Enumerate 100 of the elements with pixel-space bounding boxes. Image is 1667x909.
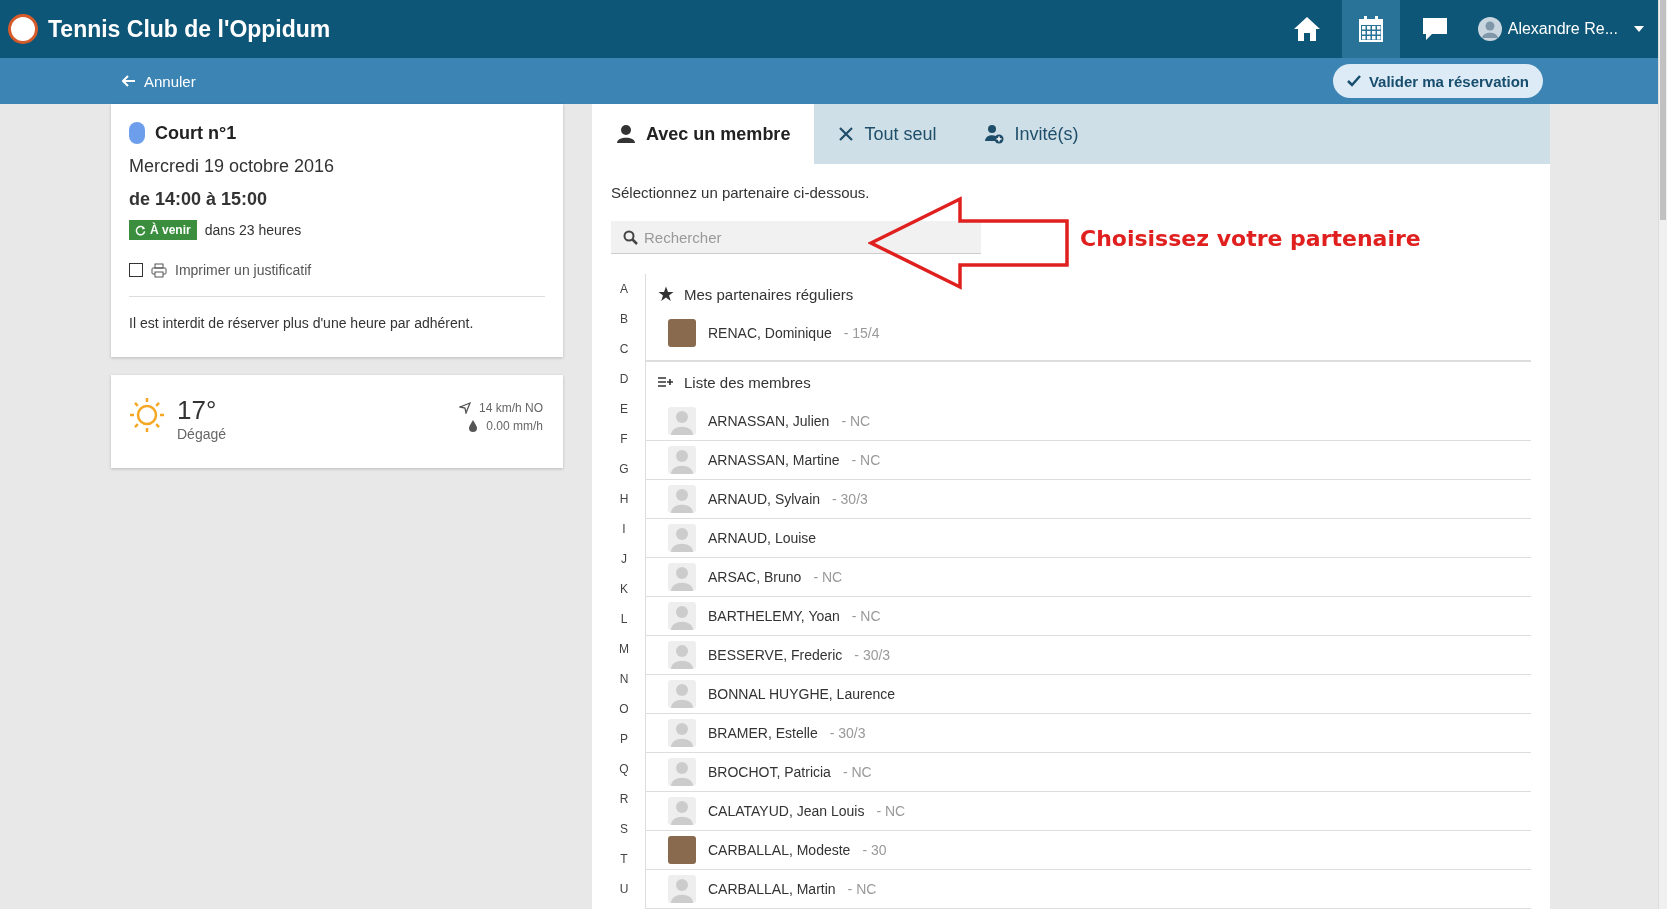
avatar-silhouette-icon xyxy=(668,719,696,747)
alphabet-index-letter[interactable]: B xyxy=(611,304,637,334)
alphabet-index-letter[interactable]: Q xyxy=(611,754,637,784)
member-name[interactable]: ARNAUD, Sylvain xyxy=(708,491,821,507)
section-title: Liste des membres xyxy=(684,373,811,391)
temperature: 17° xyxy=(177,395,218,426)
alphabet-index-letter[interactable]: J xyxy=(611,544,637,574)
close-icon xyxy=(838,126,855,142)
confirm-button[interactable]: Valider ma réservation xyxy=(1332,64,1543,98)
list-add-icon xyxy=(658,376,674,388)
alphabet-index-letter[interactable]: I xyxy=(611,514,637,544)
booking-time: de 14:00 à 15:00 xyxy=(129,189,269,210)
alphabet-index-letter[interactable]: S xyxy=(611,814,637,844)
member-name[interactable]: ARNASSAN, Julien xyxy=(708,413,830,429)
avatar-silhouette-icon xyxy=(668,407,696,435)
avatar-silhouette-icon xyxy=(668,797,696,825)
partner-tab[interactable]: Tout seul xyxy=(814,104,961,164)
alphabet-index-letter[interactable]: G xyxy=(611,454,637,484)
avatar-silhouette-icon xyxy=(668,524,696,552)
alphabet-index-letter[interactable]: O xyxy=(611,694,637,724)
alphabet-index-letter[interactable]: N xyxy=(611,664,637,694)
member-name[interactable]: BARTHELEMY, Yoan xyxy=(708,608,840,624)
avatar-silhouette-icon xyxy=(668,680,696,708)
print-label: Imprimer un justificatif xyxy=(175,262,312,278)
avatar-silhouette-icon xyxy=(668,875,696,903)
avatar-silhouette-icon xyxy=(668,563,696,591)
court-name: Court n°1 xyxy=(155,122,237,144)
alphabet-index-letter[interactable]: D xyxy=(611,364,637,394)
avatar-silhouette-icon xyxy=(668,758,696,786)
alphabet-index-letter[interactable]: U xyxy=(611,874,637,904)
user-icon xyxy=(616,124,636,144)
add-user-icon xyxy=(984,124,1005,144)
drop-icon xyxy=(468,420,479,432)
section-title: Mes partenaires réguliers xyxy=(684,285,854,303)
photo-placeholder xyxy=(668,319,696,347)
instruction-text: Sélectionnez un partenaire ci-dessous. xyxy=(611,184,871,201)
member-name[interactable]: BESSERVE, Frederic xyxy=(708,647,843,663)
member-name[interactable]: RENAC, Dominique xyxy=(708,325,832,341)
avatar-silhouette-icon xyxy=(668,446,696,474)
check-icon xyxy=(1346,75,1361,87)
alphabet-index-letter[interactable]: A xyxy=(611,274,637,304)
avatar-silhouette-icon xyxy=(668,641,696,669)
back-arrow-icon xyxy=(122,75,136,87)
star-icon xyxy=(658,286,674,302)
alphabet-index-letter[interactable]: L xyxy=(611,604,637,634)
member-name[interactable]: BROCHOT, Patricia xyxy=(708,764,831,780)
user-avatar-icon xyxy=(1477,17,1502,41)
avatar-silhouette-icon xyxy=(668,602,696,630)
member-name[interactable]: ARNASSAN, Martine xyxy=(708,452,840,468)
alphabet-index-letter[interactable]: P xyxy=(611,724,637,754)
booking-rule-note: Il est interdit de réserver plus d'une heure par adhérent. xyxy=(129,315,475,333)
member-name[interactable]: CARBALLAL, Martin xyxy=(708,881,836,897)
member-ranking: - NC xyxy=(851,452,881,468)
member-name[interactable]: CALATAYUD, Jean Louis xyxy=(708,803,865,819)
member-ranking: - NC xyxy=(851,608,881,624)
alphabet-index-letter[interactable]: R xyxy=(611,784,637,814)
time-until: dans 23 heures xyxy=(204,222,302,238)
refresh-icon xyxy=(135,224,146,236)
rainfall: 0.00 mm/h xyxy=(486,419,543,433)
alphabet-index-letter[interactable]: K xyxy=(611,574,637,604)
avatar-silhouette-icon xyxy=(668,485,696,513)
alphabet-index-letter[interactable]: T xyxy=(611,844,637,874)
member-name[interactable]: BONNAL HUYGHE, Laurence xyxy=(708,686,895,702)
chat-icon xyxy=(1420,16,1449,42)
member-ranking: - 30/3 xyxy=(832,491,868,507)
back-link[interactable]: Annuler xyxy=(122,72,196,90)
weather-condition: Dégagé xyxy=(177,426,227,442)
member-ranking: - NC xyxy=(876,803,906,819)
alphabet-index-letter[interactable]: C xyxy=(611,334,637,364)
sun-icon xyxy=(127,395,167,435)
partner-tab[interactable]: Avec un membre xyxy=(592,104,815,164)
calendar-nav-button[interactable] xyxy=(1341,0,1400,58)
wind-speed: 14 km/h NO xyxy=(478,401,543,415)
scrollbar[interactable] xyxy=(1658,0,1667,909)
print-checkbox[interactable] xyxy=(129,263,143,277)
alphabet-index-letter[interactable]: E xyxy=(611,394,637,424)
user-menu[interactable]: Alexandre Re... xyxy=(1477,17,1644,41)
annotation-text: Choisissez votre partenaire xyxy=(1080,226,1421,251)
app-title: Tennis Club de l'Oppidum xyxy=(48,15,332,43)
alphabet-index-letter[interactable]: M xyxy=(611,634,637,664)
photo-placeholder xyxy=(668,836,696,864)
search-field[interactable]: Rechercher xyxy=(611,221,981,254)
member-name[interactable]: CARBALLAL, Modeste xyxy=(708,842,851,858)
member-ranking: - 15/4 xyxy=(843,325,880,341)
caret-icon xyxy=(1634,26,1644,32)
member-ranking: - NC xyxy=(841,413,871,429)
booking-date: Mercredi 19 octobre 2016 xyxy=(129,156,336,177)
member-ranking: - NC xyxy=(842,764,872,780)
printer-icon xyxy=(151,262,167,278)
member-ranking: - 30/3 xyxy=(854,647,891,663)
alphabet-index-letter[interactable]: F xyxy=(611,424,637,454)
member-name[interactable]: ARSAC, Bruno xyxy=(708,569,802,585)
wind-direction-icon xyxy=(458,402,471,414)
member-ranking: - NC xyxy=(847,881,877,897)
partner-tab[interactable]: Invité(s) xyxy=(960,104,1103,164)
alphabet-index-letter[interactable]: H xyxy=(611,484,637,514)
member-name[interactable]: ARNAUD, Louise xyxy=(708,530,817,546)
club-logo[interactable] xyxy=(8,14,38,44)
member-name[interactable]: BRAMER, Estelle xyxy=(708,725,818,741)
member-ranking: - 30/3 xyxy=(829,725,866,741)
